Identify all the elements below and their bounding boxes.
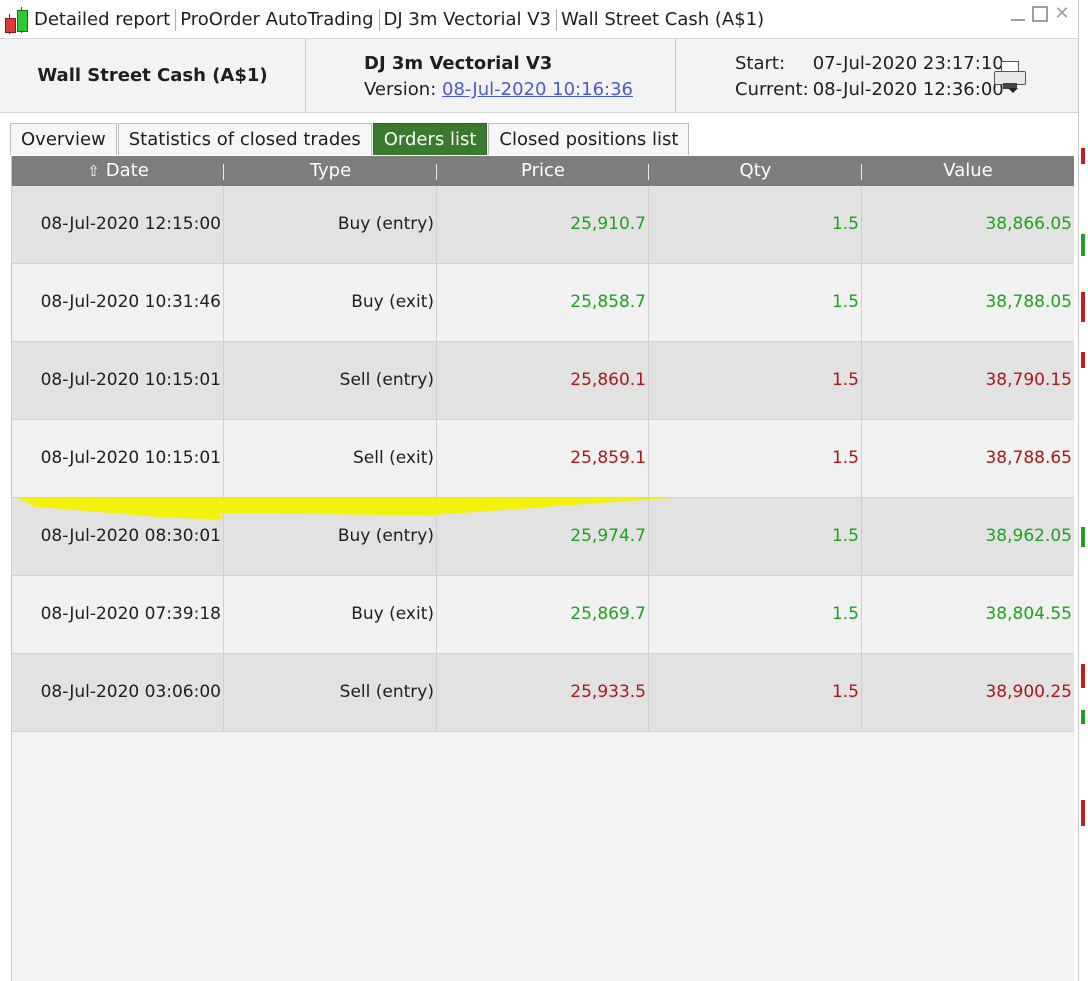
- cell-value: 38,866.05: [985, 214, 1072, 234]
- cell-type: Sell (entry): [224, 342, 437, 419]
- table-row[interactable]: 08-Jul-2020 10:15:01 Sell (exit) 25,859.…: [12, 420, 1074, 498]
- table-body: 08-Jul-2020 12:15:00 Buy (entry) 25,910.…: [12, 186, 1074, 732]
- current-time: Current: 08-Jul-2020 12:36:00: [735, 79, 1004, 100]
- title-bar: Detailed report ProOrder AutoTrading DJ …: [0, 4, 1078, 36]
- instrument-cell: Wall Street Cash (A$1): [0, 39, 306, 112]
- current-label: Current:: [735, 79, 809, 100]
- cell-value: 38,962.05: [985, 526, 1072, 546]
- column-header-type[interactable]: Type: [224, 156, 437, 186]
- cell-price: 25,869.7: [437, 576, 649, 653]
- strategy-name: DJ 3m Vectorial V3: [364, 53, 553, 74]
- table-header: ⇧ Date Type Price Qty Value: [12, 156, 1074, 186]
- cell-value: 38,804.55: [985, 604, 1072, 624]
- maximize-icon[interactable]: [1032, 6, 1048, 22]
- current-value: 08-Jul-2020 12:36:00: [812, 79, 1004, 100]
- column-header-price[interactable]: Price: [437, 156, 649, 186]
- cell-price: 25,860.1: [437, 342, 649, 419]
- printer-icon[interactable]: [994, 61, 1026, 93]
- cell-qty: 1.5: [649, 654, 862, 731]
- table-row[interactable]: 08-Jul-2020 03:06:00 Sell (entry) 25,933…: [12, 654, 1074, 732]
- table-row[interactable]: 08-Jul-2020 10:31:46 Buy (exit) 25,858.7…: [12, 264, 1074, 342]
- column-header-qty[interactable]: Qty: [649, 156, 862, 186]
- cell-date: 08-Jul-2020 03:06:00: [12, 654, 224, 731]
- arrow-up-icon: ⇧: [87, 162, 100, 180]
- table-row[interactable]: 08-Jul-2020 12:15:00 Buy (entry) 25,910.…: [12, 186, 1074, 264]
- start-value: 07-Jul-2020 23:17:10: [812, 53, 1004, 74]
- strategy-version: Version: 08-Jul-2020 10:16:36: [364, 79, 633, 100]
- cell-type: Sell (entry): [224, 654, 437, 731]
- tab-statistics[interactable]: Statistics of closed trades: [117, 123, 372, 155]
- cell-value: 38,788.05: [985, 292, 1072, 312]
- version-label: Version:: [364, 79, 437, 100]
- start-label: Start:: [735, 53, 786, 74]
- breadcrumb-item[interactable]: Detailed report: [30, 9, 177, 31]
- start-time: Start: 07-Jul-2020 23:17:10: [735, 53, 1004, 74]
- cell-qty: 1.5: [649, 186, 862, 263]
- table-row[interactable]: 08-Jul-2020 07:39:18 Buy (exit) 25,869.7…: [12, 576, 1074, 654]
- cell-qty: 1.5: [649, 264, 862, 341]
- tab-closed-positions[interactable]: Closed positions list: [488, 123, 690, 155]
- cell-date: 08-Jul-2020 12:15:00: [12, 186, 224, 263]
- cell-date: 08-Jul-2020 10:31:46: [12, 264, 224, 341]
- cell-price: 25,859.1: [437, 420, 649, 497]
- report-tabs: Overview Statistics of closed trades Ord…: [10, 123, 690, 155]
- cell-price: 25,858.7: [437, 264, 649, 341]
- cell-value: 38,900.25: [985, 682, 1072, 702]
- cell-price: 25,910.7: [437, 186, 649, 263]
- cell-qty: 1.5: [649, 420, 862, 497]
- minimize-icon[interactable]: [1010, 6, 1026, 22]
- breadcrumb: Detailed report ProOrder AutoTrading DJ …: [30, 4, 769, 36]
- breadcrumb-item[interactable]: ProOrder AutoTrading: [176, 9, 380, 31]
- table-row[interactable]: 08-Jul-2020 10:15:01 Sell (entry) 25,860…: [12, 342, 1074, 420]
- cell-type: Buy (entry): [224, 186, 437, 263]
- tab-overview[interactable]: Overview: [10, 123, 117, 155]
- close-icon[interactable]: ✕: [1054, 5, 1070, 23]
- window-controls: ✕: [1010, 5, 1070, 23]
- tab-orders-list[interactable]: Orders list: [372, 123, 488, 155]
- cell-price: 25,933.5: [437, 654, 649, 731]
- breadcrumb-item[interactable]: DJ 3m Vectorial V3: [380, 9, 557, 31]
- candlestick-app-icon: [2, 6, 30, 34]
- cell-qty: 1.5: [649, 342, 862, 419]
- instrument-name: Wall Street Cash (A$1): [37, 65, 268, 86]
- detailed-report-window: Detailed report ProOrder AutoTrading DJ …: [0, 0, 1079, 981]
- cell-date: 08-Jul-2020 07:39:18: [12, 576, 224, 653]
- breadcrumb-item[interactable]: Wall Street Cash (A$1): [557, 9, 769, 31]
- column-header-value[interactable]: Value: [862, 156, 1074, 186]
- cell-qty: 1.5: [649, 498, 862, 575]
- times-cell: Start: 07-Jul-2020 23:17:10 Current: 08-…: [676, 39, 1078, 112]
- report-header: Wall Street Cash (A$1) DJ 3m Vectorial V…: [0, 38, 1078, 113]
- cell-value: 38,790.15: [985, 370, 1072, 390]
- cell-type: Buy (exit): [224, 576, 437, 653]
- background-window-edge: [1079, 0, 1088, 981]
- cell-type: Buy (exit): [224, 264, 437, 341]
- cell-date: 08-Jul-2020 10:15:01: [12, 342, 224, 419]
- orders-table: ⇧ Date Type Price Qty Value 08-Jul-2020 1…: [11, 156, 1074, 981]
- strategy-cell: DJ 3m Vectorial V3 Version: 08-Jul-2020 …: [306, 39, 676, 112]
- cell-date: 08-Jul-2020 10:15:01: [12, 420, 224, 497]
- column-header-date[interactable]: ⇧ Date: [12, 156, 224, 186]
- cell-value: 38,788.65: [985, 448, 1072, 468]
- version-link[interactable]: 08-Jul-2020 10:16:36: [442, 79, 633, 100]
- cell-qty: 1.5: [649, 576, 862, 653]
- cell-type: Sell (exit): [224, 420, 437, 497]
